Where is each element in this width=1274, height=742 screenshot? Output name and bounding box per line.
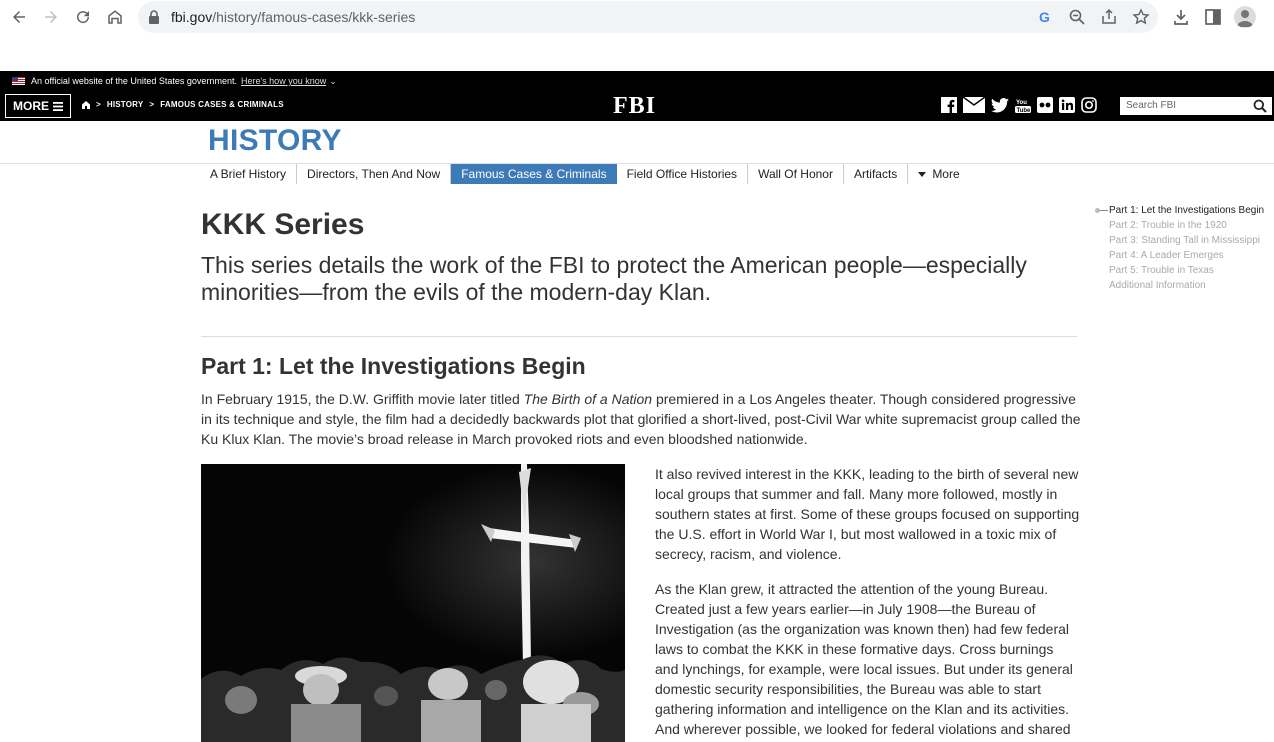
paragraph-3: As the Klan grew, it attracted the atten… [655,581,1073,737]
twitter-icon[interactable] [991,97,1009,113]
history-subnav: A Brief History Directors, Then And Now … [200,164,970,184]
toc-item-part-1[interactable]: Part 1: Let the Investigations Begin [1095,203,1274,218]
paragraph-2: It also revived interest in the KKK, lea… [655,466,1080,562]
svg-text:You: You [1016,100,1027,106]
series-toc: Part 1: Let the Investigations Begin Par… [1095,203,1274,293]
google-icon[interactable]: G [1036,8,1054,26]
linkedin-icon[interactable] [1059,97,1075,113]
back-icon[interactable] [8,6,30,28]
address-bar[interactable]: fbi.gov/history/famous-cases/kkk-series … [138,1,1158,33]
instagram-icon[interactable] [1081,97,1097,113]
subnav-field-office-histories[interactable]: Field Office Histories [617,164,749,184]
toc-item-additional-info[interactable]: Additional Information [1095,278,1274,293]
official-gov-banner: An official website of the United States… [0,71,1274,91]
star-icon[interactable] [1132,8,1150,26]
youtube-icon[interactable]: You Tube [1015,97,1031,113]
breadcrumb-famous-cases[interactable]: FAMOUS CASES & CRIMINALS [160,100,283,109]
chevron-down-icon[interactable]: ⌄ [329,76,337,87]
subnav-directors[interactable]: Directors, Then And Now [297,164,452,184]
flickr-icon[interactable] [1037,97,1053,113]
fbi-logo[interactable]: FBI [613,93,656,120]
lock-icon [149,10,159,24]
klan-cross-burning-photo[interactable] [201,464,625,742]
intro-paragraph: In February 1915, the D.W. Griffith movi… [201,391,1081,447]
breadcrumb-history[interactable]: HISTORY [107,100,144,109]
subnav-wall-of-honor[interactable]: Wall Of Honor [748,164,844,184]
url-text: fbi.gov/history/famous-cases/kkk-series [171,9,416,25]
page-subtitle: This series details the work of the FBI … [201,252,1027,305]
download-icon[interactable] [1171,7,1191,27]
svg-text:Tube: Tube [1017,108,1032,113]
toc-item-part-5[interactable]: Part 5: Trouble in Texas [1095,263,1274,278]
more-menu-button[interactable]: MORE [5,94,71,118]
gov-banner-text: An official website of the United States… [31,76,237,86]
divider [201,336,1077,337]
subnav-artifacts[interactable]: Artifacts [844,164,909,184]
forward-icon[interactable] [40,6,62,28]
subnav-brief-history[interactable]: A Brief History [200,164,298,184]
zoom-icon[interactable] [1068,8,1086,26]
side-panel-icon[interactable] [1203,7,1223,27]
social-links: You Tube [941,97,1097,113]
hamburger-icon [53,101,63,111]
toc-item-part-2[interactable]: Part 2: Trouble in the 1920 [1095,218,1274,233]
site-header: MORE > HISTORY > FAMOUS CASES & CRIMINAL… [0,91,1274,121]
page-title: KKK Series [201,208,365,241]
browser-chrome: fbi.gov/history/famous-cases/kkk-series … [0,0,1274,71]
toc-item-part-3[interactable]: Part 3: Standing Tall in Mississippi [1095,233,1274,248]
svg-text:G: G [1039,9,1050,25]
breadcrumb: > HISTORY > FAMOUS CASES & CRIMINALS [82,100,284,109]
search-icon[interactable] [1253,99,1267,113]
email-icon[interactable] [963,97,985,113]
toc-item-part-4[interactable]: Part 4: A Leader Emerges [1095,248,1274,263]
subnav-more[interactable]: More [908,164,969,184]
profile-avatar-icon[interactable] [1234,6,1256,28]
search-input[interactable]: Search FBI [1120,97,1272,115]
subnav-famous-cases[interactable]: Famous Cases & Criminals [451,164,617,184]
home-icon[interactable] [104,6,126,28]
part-heading: Part 1: Let the Investigations Begin [201,353,586,379]
facebook-icon[interactable] [941,97,957,113]
caret-down-icon [918,172,927,178]
reload-icon[interactable] [72,6,94,28]
heres-how-you-know-link[interactable]: Here's how you know [241,76,326,86]
section-title[interactable]: HISTORY [208,124,342,158]
share-icon[interactable] [1100,8,1118,26]
home-breadcrumb-icon[interactable] [82,100,90,109]
us-flag-icon [12,77,25,85]
